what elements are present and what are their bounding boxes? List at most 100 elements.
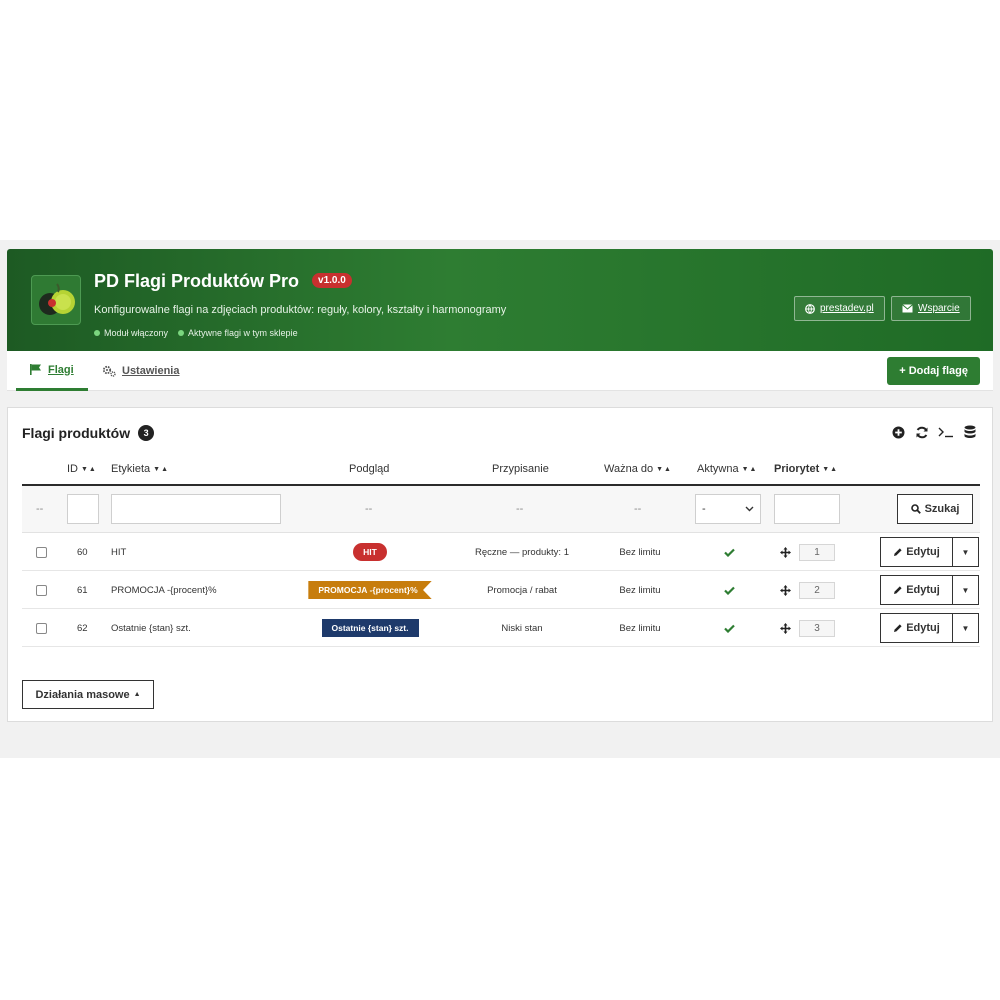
row-checkbox[interactable] [36, 546, 47, 558]
filter-active-value: - [702, 503, 706, 515]
caret-down-icon: ▼ [961, 547, 970, 557]
column-header-preview: Podgląd [349, 463, 390, 475]
envelope-icon [902, 304, 913, 313]
module-header: PD Flagi Produktów Pro v1.0.0 Konfigurow… [7, 249, 993, 351]
database-icon[interactable] [962, 424, 978, 440]
sort-icon[interactable]: ▼▲ [822, 466, 838, 473]
prestadev-link-label: prestadev.pl [820, 303, 874, 314]
module-title: PD Flagi Produktów Pro v1.0.0 [94, 271, 352, 292]
edit-button[interactable]: Edytuj [880, 613, 953, 643]
flag-preview-badge: Ostatnie {stan} szt. [321, 619, 419, 637]
row-label: HIT [111, 546, 127, 558]
row-label: Ostatnie {stan} szt. [111, 622, 191, 634]
column-header-assignment: Przypisanie [492, 463, 549, 475]
priority-value: 1 [799, 543, 835, 561]
row-actions-dropdown[interactable]: ▼ [953, 575, 979, 605]
edit-button-label: Edytuj [906, 546, 940, 558]
column-header-active[interactable]: Aktywna ▼▲ [697, 463, 757, 475]
drag-handle-icon[interactable] [780, 622, 791, 634]
status-dot-icon [178, 330, 185, 336]
row-checkbox[interactable] [36, 584, 47, 596]
check-icon [723, 624, 735, 633]
module-subtitle: Konfigurowalne flagi na zdjęciach produk… [94, 304, 507, 316]
search-icon [910, 504, 921, 514]
column-header-label-text: Etykieta [111, 463, 151, 475]
status-row: Moduł włączony Aktywne flagi w tym sklep… [94, 328, 298, 338]
row-active[interactable] [712, 609, 746, 647]
bulk-actions-button[interactable]: Działania masowe ▲ [22, 680, 154, 709]
edit-button[interactable]: Edytuj [880, 575, 953, 605]
column-header-label-text: Aktywna [697, 463, 739, 475]
filter-priority-input[interactable] [774, 494, 840, 524]
bulk-actions-label: Działania masowe [35, 688, 130, 701]
pencil-icon [894, 624, 902, 632]
edit-button-label: Edytuj [906, 584, 940, 596]
module-logo [31, 275, 81, 325]
row-assignment: Niski stan [501, 622, 543, 634]
column-header-label[interactable]: Etykieta ▼▲ [111, 463, 169, 475]
edit-button[interactable]: Edytuj [880, 537, 953, 567]
filter-active-select[interactable]: - [695, 494, 761, 524]
column-header-id[interactable]: ID ▼▲ [67, 463, 97, 475]
sort-icon[interactable]: ▼▲ [742, 466, 758, 473]
row-checkbox[interactable] [36, 622, 47, 634]
cogs-icon [102, 365, 116, 377]
table-row[interactable]: 62 Ostatnie {stan} szt. Ostatnie {stan} … [22, 609, 980, 647]
tab-flags-label: Flagi [48, 363, 74, 376]
filter-assignment-placeholder: -- [516, 503, 524, 515]
row-actions: Edytuj ▼ [880, 613, 979, 643]
check-icon [723, 586, 735, 595]
globe-icon [805, 303, 815, 314]
filter-id-input[interactable] [67, 494, 99, 524]
column-header-valid-until[interactable]: Ważna do ▼▲ [604, 463, 672, 475]
pencil-icon [894, 548, 902, 556]
filter-valid-until-placeholder: -- [634, 503, 642, 515]
row-preview: HIT [292, 533, 448, 571]
sort-icon[interactable]: ▼▲ [656, 466, 672, 473]
row-actions-dropdown[interactable]: ▼ [953, 613, 979, 643]
filter-label-input[interactable] [111, 494, 281, 524]
drag-handle-icon[interactable] [780, 584, 791, 596]
table-row[interactable]: 60 HIT HIT Ręczne — produkty: 1 Bez limi… [22, 533, 980, 571]
row-active[interactable] [712, 533, 746, 571]
table-row[interactable]: 61 PROMOCJA -{procent}% PROMOCJA -{proce… [22, 571, 980, 609]
row-id: 61 [77, 584, 88, 596]
column-header-label-text: Ważna do [604, 463, 654, 475]
tabs-bar: Flagi Ustawienia + Dodaj flagę [7, 351, 993, 391]
row-label: PROMOCJA -{procent}% [111, 584, 217, 596]
sort-icon[interactable]: ▼▲ [81, 466, 97, 473]
status-dot-icon [94, 330, 100, 336]
terminal-icon[interactable] [938, 424, 954, 440]
sort-icon[interactable]: ▼▲ [153, 466, 169, 473]
support-link-button[interactable]: Wsparcie [891, 296, 971, 321]
caret-down-icon: ▼ [961, 585, 970, 595]
status-active-flags: Aktywne flagi w tym sklepie [178, 328, 298, 338]
module-page: PD Flagi Produktów Pro v1.0.0 Konfigurow… [0, 240, 1000, 758]
drag-handle-icon[interactable] [780, 546, 791, 558]
caret-down-icon: ▼ [961, 623, 970, 633]
column-header-priority[interactable]: Priorytet ▼▲ [774, 463, 838, 475]
row-id: 60 [77, 546, 88, 558]
row-checkbox-cell [36, 609, 47, 647]
prestadev-link-button[interactable]: prestadev.pl [794, 296, 885, 321]
add-flag-button[interactable]: + Dodaj flagę [887, 357, 980, 385]
row-actions-dropdown[interactable]: ▼ [953, 537, 979, 567]
flags-panel: Flagi produktów 3 ID ▼▲ Etykieta ▼▲ Podglą… [7, 407, 993, 722]
status-module-enabled: Moduł włączony [94, 328, 168, 338]
flag-preview-badge: PROMOCJA -{procent}% [308, 581, 432, 599]
priority-value: 3 [799, 619, 835, 637]
row-checkbox-cell [36, 571, 47, 609]
search-button[interactable]: Szukaj [897, 494, 973, 524]
check-icon [723, 548, 735, 557]
row-valid-until: Bez limitu [619, 584, 661, 596]
row-active[interactable] [712, 571, 746, 609]
row-actions: Edytuj ▼ [880, 537, 979, 567]
row-priority: 2 [780, 571, 835, 609]
tab-flags[interactable]: Flagi [16, 351, 88, 391]
plus-circle-icon[interactable] [890, 424, 906, 440]
refresh-icon[interactable] [914, 424, 930, 440]
tab-settings[interactable]: Ustawienia [102, 351, 179, 391]
row-assignment: Ręczne — produkty: 1 [475, 546, 569, 558]
tab-settings-label: Ustawienia [122, 365, 180, 377]
row-preview: PROMOCJA -{procent}% [292, 571, 448, 609]
